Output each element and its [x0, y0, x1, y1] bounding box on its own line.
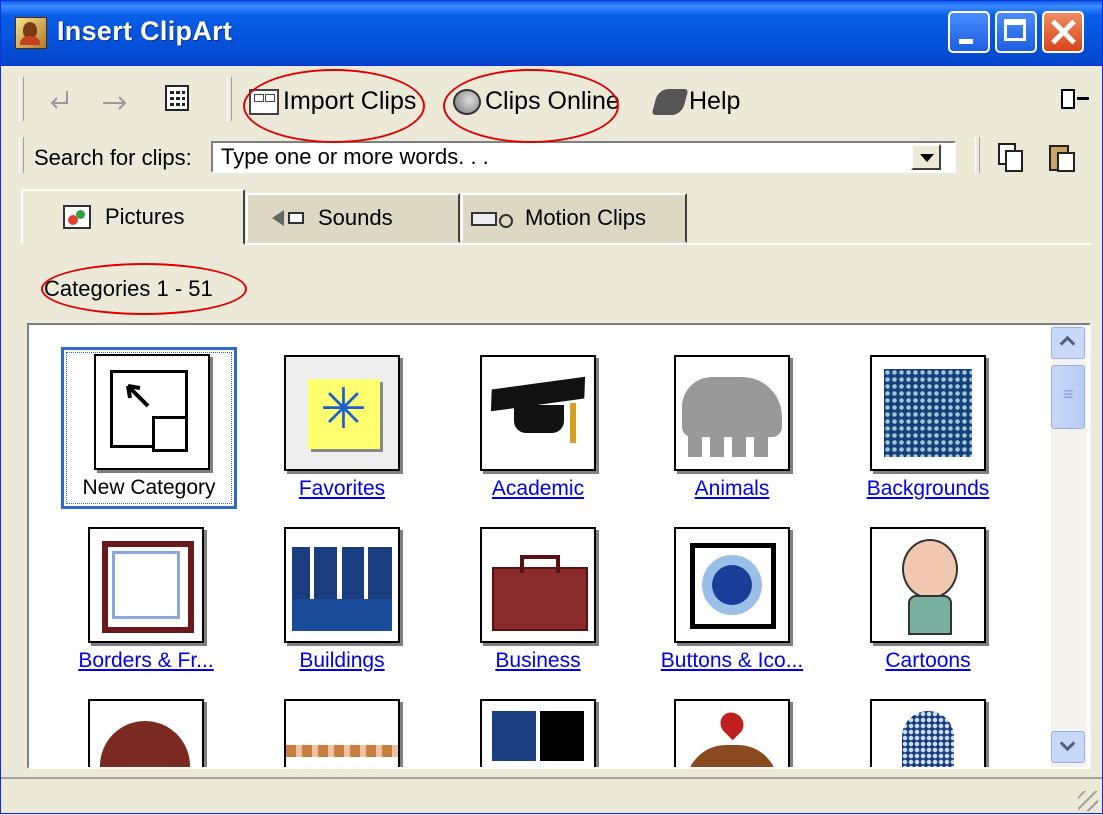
all-categories-icon[interactable] [165, 85, 189, 111]
category-thumbnail[interactable] [637, 695, 827, 767]
title-bar[interactable]: Insert ClipArt [1, 1, 1102, 66]
cartoon-face-icon [870, 527, 986, 643]
minimize-button[interactable] [948, 11, 990, 53]
category-label[interactable]: Animals [637, 477, 827, 501]
clips-online-label: Clips Online [485, 87, 620, 115]
copy-icon[interactable] [996, 141, 1023, 172]
category-academic[interactable]: Academic [443, 351, 633, 511]
search-row: Search for clips: [1, 131, 1102, 175]
sounds-icon [272, 206, 304, 230]
paste-icon[interactable] [1047, 141, 1075, 172]
category-label[interactable]: Cartoons [833, 649, 1023, 673]
category-thumbnail[interactable] [443, 695, 633, 767]
category-borders-frames[interactable]: Borders & Fr... [51, 523, 241, 683]
help-book-icon [651, 88, 689, 115]
back-arrow-icon[interactable] [47, 87, 73, 111]
import-clips-button[interactable]: Import Clips [249, 87, 416, 116]
tab-motion-clips[interactable]: Motion Clips [461, 193, 687, 243]
globe-icon [453, 88, 481, 115]
star-icon: ✳ [284, 355, 400, 471]
pattern-border-icon [284, 699, 400, 767]
window-title: Insert ClipArt [57, 16, 233, 46]
graduation-cap-icon [480, 355, 596, 471]
scroll-up-button[interactable] [1051, 327, 1085, 359]
insert-clipart-window: Insert ClipArt Import Clips Clips Online… [0, 0, 1103, 814]
category-cartoons[interactable]: Cartoons [833, 523, 1023, 683]
tab-motion-clips-label: Motion Clips [525, 205, 647, 230]
new-category-icon [94, 354, 210, 470]
category-label: New Category [82, 476, 216, 499]
clipart-app-icon [15, 17, 47, 49]
search-toolbar-grip[interactable] [19, 137, 24, 173]
toolbar-separator [975, 137, 980, 173]
heart-couple-icon [674, 699, 790, 767]
clip-gallery[interactable]: New Category ✳ Favorites Academic Animal… [27, 323, 1091, 769]
motion-clips-icon [471, 206, 513, 230]
help-label: Help [689, 87, 741, 115]
import-clips-label: Import Clips [283, 87, 417, 115]
scroll-down-button[interactable] [1051, 731, 1085, 763]
tab-pictures[interactable]: Pictures [21, 189, 245, 245]
category-favorites[interactable]: ✳ Favorites [247, 351, 437, 511]
search-label: Search for clips: [34, 145, 192, 170]
tab-sounds-label: Sounds [318, 205, 393, 230]
category-label[interactable]: Favorites [247, 477, 437, 501]
clips-online-button[interactable]: Clips Online [453, 87, 620, 116]
category-new-category[interactable]: New Category [61, 347, 237, 509]
category-label[interactable]: Backgrounds [833, 477, 1023, 501]
maximize-button[interactable] [995, 11, 1037, 53]
import-clips-icon [249, 88, 279, 115]
category-label[interactable]: Business [443, 649, 633, 673]
close-button[interactable] [1042, 11, 1084, 53]
category-animals[interactable]: Animals [637, 351, 827, 511]
vertical-scrollbar[interactable] [1051, 325, 1087, 767]
category-thumbnail[interactable] [51, 695, 241, 767]
category-business[interactable]: Business [443, 523, 633, 683]
category-thumbnail[interactable] [247, 695, 437, 767]
change-to-small-window-icon[interactable] [1061, 89, 1089, 109]
category-label[interactable]: Buildings [247, 649, 437, 673]
button-icon [674, 527, 790, 643]
scroll-thumb[interactable] [1051, 365, 1085, 429]
pictures-icon [63, 205, 91, 229]
help-button[interactable]: Help [651, 87, 741, 116]
briefcase-icon [480, 527, 596, 643]
forward-arrow-icon[interactable] [101, 87, 129, 111]
search-input[interactable] [211, 141, 956, 173]
photo-collage-icon [480, 699, 596, 767]
categories-range: Categories 1 - 51 [44, 276, 213, 301]
category-backgrounds[interactable]: Backgrounds [833, 351, 1023, 511]
toolbar-separator [227, 77, 232, 121]
resize-grip-icon[interactable] [1078, 791, 1098, 811]
category-label[interactable]: Buttons & Ico... [637, 649, 827, 673]
category-thumbnail[interactable] [833, 695, 1023, 767]
microphone-icon [870, 699, 986, 767]
category-label[interactable]: Borders & Fr... [51, 649, 241, 673]
search-dropdown-button[interactable] [911, 144, 941, 170]
buildings-icon [284, 527, 400, 643]
category-buildings[interactable]: Buildings [247, 523, 437, 683]
status-bar [1, 777, 1102, 815]
satellite-dish-icon [88, 699, 204, 767]
main-toolbar: Import Clips Clips Online Help [1, 67, 1102, 127]
tab-sounds[interactable]: Sounds [246, 193, 460, 243]
category-buttons-icons[interactable]: Buttons & Ico... [637, 523, 827, 683]
pattern-icon [870, 355, 986, 471]
frame-icon [88, 527, 204, 643]
elephant-icon [674, 355, 790, 471]
tab-pictures-label: Pictures [105, 204, 185, 229]
category-label[interactable]: Academic [443, 477, 633, 501]
toolbar-grip[interactable] [19, 77, 24, 121]
